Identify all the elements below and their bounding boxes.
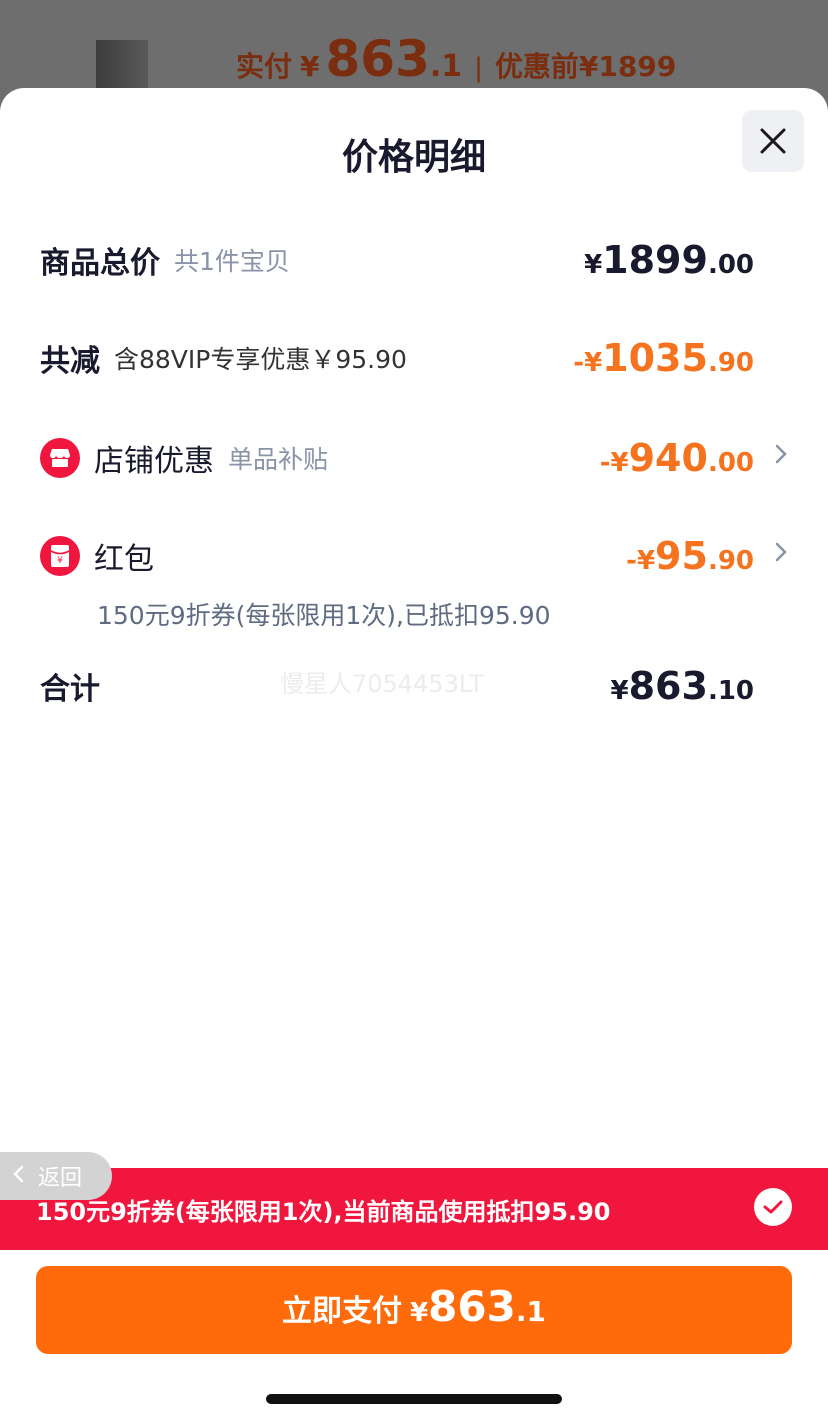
coupon-banner[interactable]: 150元9折券(每张限用1次),当前商品使用抵扣95.90 — [0, 1168, 828, 1250]
amount-int: 940 — [628, 436, 708, 480]
svg-text:¥: ¥ — [57, 556, 63, 566]
red-packet-amount: -¥ 95 .90 — [626, 526, 754, 586]
amount-int: 1035 — [602, 336, 708, 380]
currency-symbol: ¥ — [410, 1298, 429, 1328]
amount-dec: .10 — [707, 676, 754, 706]
pay-amount-dec: .1 — [515, 1295, 546, 1328]
shop-discount-sub: 单品补贴 — [228, 445, 329, 474]
pay-label: 立即支付 — [282, 1294, 403, 1329]
pay-now-button[interactable]: 立即支付 ¥ 863 .1 — [36, 1266, 792, 1354]
background-price-summary: 实付 ¥ 863 .1 | 优惠前¥1899 — [236, 30, 676, 90]
sum-amount: ¥ 863 .10 — [611, 656, 754, 716]
close-button[interactable] — [742, 110, 804, 172]
currency-symbol: ¥ — [584, 250, 603, 280]
amount-dec: .00 — [707, 250, 754, 280]
row-total-reduction: 共减 含88VIP专享优惠￥95.90 -¥ 1035 .90 — [40, 328, 788, 388]
sum-label: 合计 — [40, 672, 100, 707]
vip-discount-note: 含88VIP专享优惠￥95.90 — [114, 345, 407, 374]
row-total-price: 商品总价 共1件宝贝 ¥ 1899 .00 — [40, 230, 788, 290]
shop-icon — [40, 438, 80, 478]
chevron-left-icon — [12, 1164, 24, 1189]
shop-discount-label: 店铺优惠 — [94, 444, 214, 479]
red-packet-label: 红包 — [94, 542, 154, 577]
close-icon — [760, 128, 786, 154]
reduction-amount: -¥ 1035 .90 — [573, 328, 754, 388]
shop-discount-amount: -¥ 940 .00 — [600, 428, 754, 488]
paid-currency: ¥ — [300, 50, 320, 83]
red-packet-icon: ¥ — [40, 536, 80, 576]
currency-symbol: -¥ — [626, 546, 656, 576]
currency-symbol: ¥ — [610, 676, 629, 706]
row-red-packet[interactable]: ¥ 红包 -¥ 95 .90 — [40, 526, 788, 586]
total-price-label: 商品总价 — [40, 246, 160, 281]
amount-dec: .90 — [707, 546, 754, 576]
red-packet-note: 150元9折券(每张限用1次),已抵扣95.90 — [97, 601, 551, 630]
pay-amount-int: 863 — [428, 1282, 516, 1331]
row-shop-discount[interactable]: 店铺优惠 单品补贴 -¥ 940 .00 — [40, 428, 788, 488]
currency-symbol: -¥ — [599, 448, 629, 478]
currency-symbol: -¥ — [573, 348, 603, 378]
before-discount-price: 优惠前¥1899 — [494, 50, 677, 83]
paid-amount-int: 863 — [325, 30, 430, 88]
amount-int: 1899 — [602, 238, 708, 282]
row-sum: 合计 ¥ 863 .10 — [40, 656, 788, 716]
amount-dec: .00 — [707, 448, 754, 478]
total-price-amount: ¥ 1899 .00 — [584, 230, 754, 290]
chevron-right-icon — [774, 540, 788, 570]
coupon-text: 150元9折券(每张限用1次),当前商品使用抵扣95.90 — [36, 1198, 611, 1226]
price-separator: | — [474, 53, 483, 83]
item-count: 共1件宝贝 — [174, 247, 290, 276]
check-icon — [763, 1200, 783, 1214]
coupon-check-toggle[interactable] — [754, 1188, 792, 1226]
amount-dec: .90 — [707, 348, 754, 378]
back-label: 返回 — [38, 1166, 83, 1191]
sheet-title: 价格明细 — [341, 137, 486, 178]
amount-int: 95 — [655, 534, 708, 578]
back-button[interactable]: 返回 — [0, 1152, 112, 1200]
paid-amount-dec: .1 — [429, 49, 463, 84]
chevron-right-icon — [774, 442, 788, 472]
paid-label: 实付 — [236, 50, 293, 83]
amount-int: 863 — [628, 664, 708, 708]
reduction-label: 共减 — [40, 344, 100, 379]
home-indicator[interactable] — [266, 1394, 562, 1404]
